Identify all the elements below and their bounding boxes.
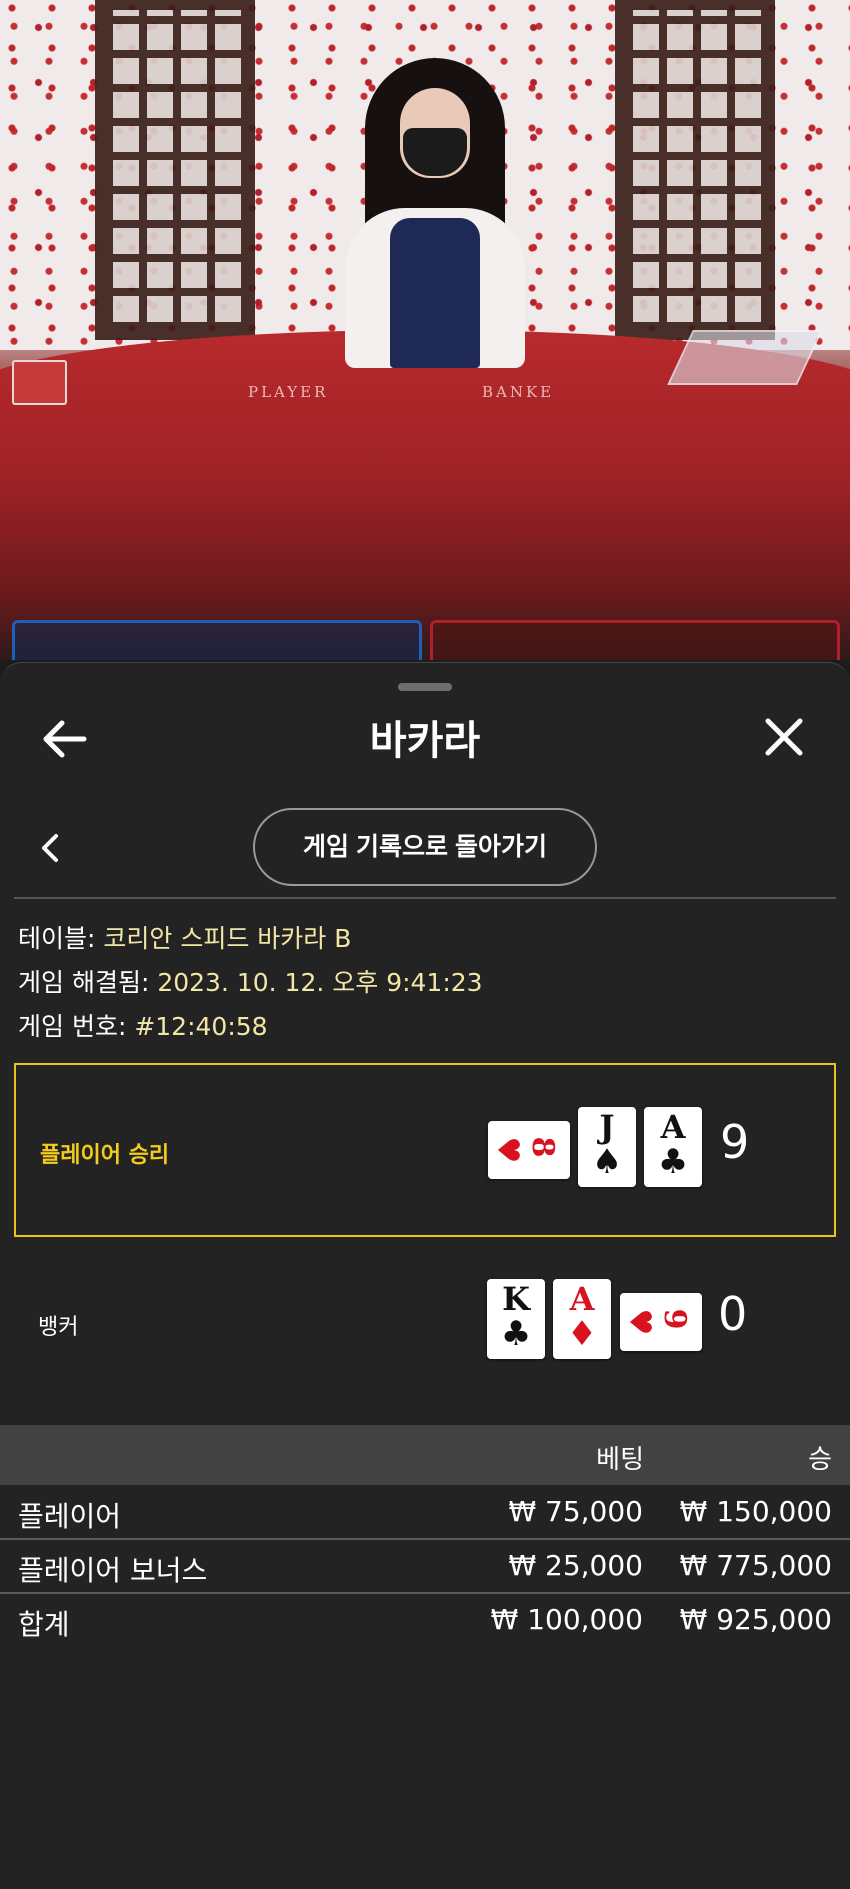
lattice-screen-left [95, 0, 255, 340]
player-card-2: J ♠ [578, 1107, 636, 1187]
banker-card-2: A ♦ [553, 1279, 611, 1359]
spade-suit-icon: ♠ [591, 1142, 623, 1182]
dealer [345, 58, 525, 368]
bet-row-amount: ₩ 25,000 [508, 1549, 643, 1582]
banker-hand: 뱅커 K ♣ A ♦ 9 ♥ 0 [14, 1237, 836, 1411]
win-column-header: 승 [808, 1445, 832, 1475]
row-divider [0, 1538, 850, 1540]
diamond-suit-icon: ♦ [566, 1314, 598, 1354]
lattice-screen-right [615, 0, 775, 340]
bet-row-win: ₩ 150,000 [679, 1495, 832, 1528]
player-score: 9 [720, 1115, 750, 1169]
player-card-1-rank: 8 [525, 1136, 560, 1158]
bet-row-label: 플레이어 보너스 [18, 1554, 208, 1587]
back-to-history-button[interactable]: 게임 기록으로 돌아가기 [253, 808, 597, 886]
live-video-feed: PLAYER BANKE [0, 0, 850, 660]
bet-row: 플레이어 ₩ 75,000 ₩ 150,000 [0, 1487, 850, 1541]
row-divider [0, 1592, 850, 1594]
player-hand-label: 플레이어 승리 [40, 1143, 170, 1168]
total-row-label: 합계 [18, 1608, 70, 1641]
resolved-value: 2023. 10. 12. 오후 9:41:23 [157, 968, 483, 997]
bets-table-header: 베팅 승 [0, 1425, 850, 1485]
felt-label-banker: BANKE [482, 383, 555, 401]
banker-hand-label: 뱅커 [38, 1315, 79, 1340]
close-icon[interactable] [762, 715, 806, 759]
player-hand: 플레이어 승리 8 ♥ J ♠ A ♣ 9 [14, 1063, 836, 1237]
sheet-title: 바카라 [369, 718, 481, 764]
club-suit-icon: ♣ [500, 1314, 532, 1354]
table-info: 테이블: 코리안 스피드 바카라 B [18, 919, 351, 955]
total-row: 합계 ₩ 100,000 ₩ 925,000 [0, 1595, 850, 1649]
felt-label-player: PLAYER [248, 383, 329, 401]
banker-card-1: K ♣ [487, 1279, 545, 1359]
game-number-info: 게임 번호: #12:40:58 [18, 1007, 268, 1043]
game-number-value: #12:40:58 [134, 1012, 268, 1041]
banker-card-2-rank: A [569, 1280, 595, 1318]
bet-row-label: 플레이어 [18, 1500, 122, 1533]
total-bet-amount: ₩ 100,000 [490, 1603, 643, 1636]
club-suit-icon: ♣ [657, 1142, 689, 1182]
player-card-3-rank: A [660, 1108, 686, 1146]
bet-row: 플레이어 보너스 ₩ 25,000 ₩ 775,000 [0, 1541, 850, 1595]
chevron-left-icon[interactable] [36, 828, 64, 868]
table-label: 테이블: [18, 924, 96, 953]
player-card-2-rank: J [599, 1108, 615, 1146]
heart-suit-icon: ♥ [622, 1308, 657, 1336]
banker-card-3: 9 ♥ [620, 1293, 702, 1351]
divider [14, 897, 836, 899]
card-shoe [667, 330, 823, 385]
heart-suit-icon: ♥ [490, 1136, 525, 1164]
banker-score: 0 [718, 1287, 748, 1341]
resolved-info: 게임 해결됨: 2023. 10. 12. 오후 9:41:23 [18, 963, 483, 999]
banker-card-1-rank: K [502, 1280, 530, 1318]
resolved-label: 게임 해결됨: [18, 968, 150, 997]
table-value: 코리안 스피드 바카라 B [103, 924, 352, 953]
banker-card-3-rank: 9 [657, 1308, 692, 1330]
bet-row-win: ₩ 775,000 [679, 1549, 832, 1582]
sheet-grabber[interactable] [398, 683, 452, 691]
game-number-label: 게임 번호: [18, 1012, 127, 1041]
player-card-1: 8 ♥ [488, 1121, 570, 1179]
total-win-amount: ₩ 925,000 [679, 1603, 832, 1636]
bet-row-amount: ₩ 75,000 [508, 1495, 643, 1528]
bet-column-header: 베팅 [596, 1445, 644, 1475]
player-card-3: A ♣ [644, 1107, 702, 1187]
game-detail-sheet: 바카라 게임 기록으로 돌아가기 테이블: 코리안 스피드 바카라 B 게임 해… [0, 662, 850, 1889]
discard-tray [12, 360, 67, 405]
